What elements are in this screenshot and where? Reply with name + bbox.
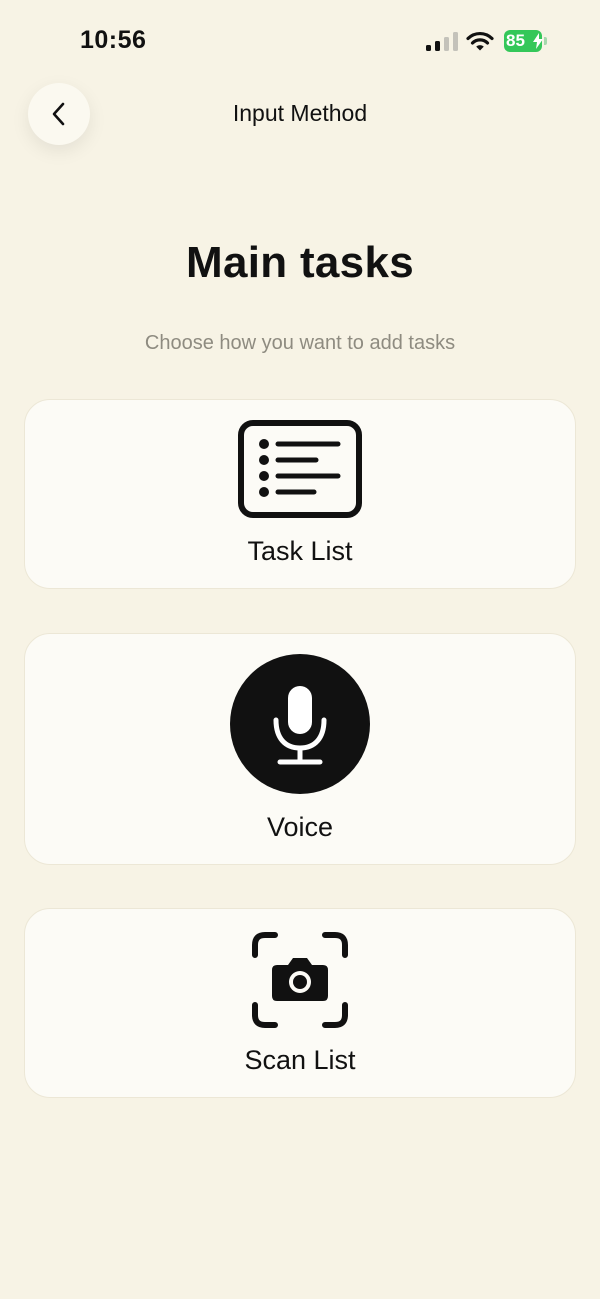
scan-list-option[interactable]: Scan List [24, 908, 576, 1098]
cellular-signal-icon [426, 31, 458, 51]
battery-icon: 85 [504, 30, 548, 52]
nav-title: Input Method [232, 100, 368, 126]
page-subtitle: Choose how you want to add tasks [144, 332, 456, 354]
scan-list-label: Scan List [244, 1045, 356, 1075]
battery-level: 85 [506, 31, 525, 50]
voice-option[interactable]: Voice [24, 633, 576, 865]
page-title: Main tasks [186, 238, 414, 287]
task-list-option[interactable]: Task List [24, 399, 576, 589]
camera-scan-icon [252, 932, 348, 1028]
list-icon [238, 420, 362, 518]
status-bar: 10:56 85 [0, 0, 600, 80]
charging-bolt-icon [533, 33, 543, 49]
microphone-icon [230, 654, 370, 794]
task-list-label: Task List [247, 536, 353, 566]
input-method-screen: 10:56 85 Input Method Main tasks Choose … [0, 0, 600, 1299]
status-time: 10:56 [80, 26, 147, 54]
voice-label: Voice [266, 812, 334, 842]
wifi-icon [466, 31, 494, 51]
